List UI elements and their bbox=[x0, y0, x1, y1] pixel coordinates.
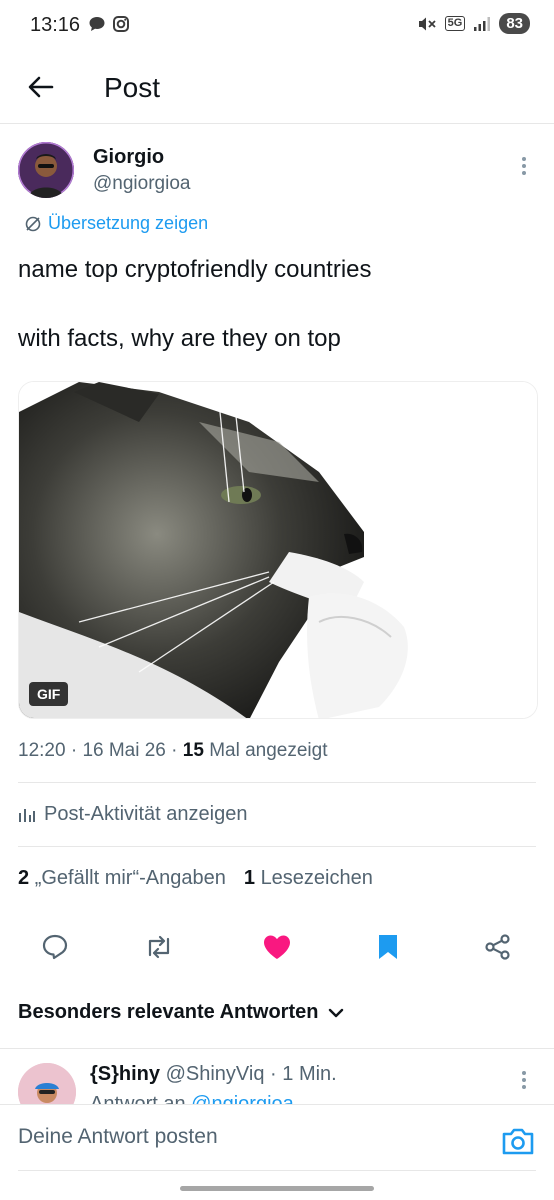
camera-button[interactable] bbox=[500, 1127, 536, 1157]
more-options-button[interactable] bbox=[514, 152, 534, 180]
likes-label: „Gefällt mir“-Angaben bbox=[34, 867, 226, 889]
cat-gif-image bbox=[19, 382, 537, 718]
post-text-line: with facts, why are they on top bbox=[18, 325, 341, 352]
mute-icon bbox=[418, 17, 436, 30]
translate-link[interactable]: Übersetzung zeigen bbox=[24, 213, 208, 234]
action-bar bbox=[0, 922, 554, 970]
system-status: 5G 83 bbox=[417, 13, 530, 34]
repost-icon bbox=[148, 935, 170, 959]
more-vertical-icon bbox=[522, 1071, 526, 1075]
bar-chart-icon bbox=[19, 808, 35, 822]
bookmark-button[interactable] bbox=[371, 930, 405, 964]
chevron-down-icon bbox=[329, 1008, 344, 1017]
home-indicator[interactable] bbox=[180, 1186, 374, 1191]
status-bar: 13:16 5G 83 bbox=[0, 0, 554, 52]
reply-button[interactable] bbox=[38, 930, 72, 964]
composer-underline bbox=[18, 1170, 536, 1171]
sort-label: Besonders relevante Antworten bbox=[18, 1001, 319, 1023]
author-avatar[interactable] bbox=[18, 142, 74, 198]
reply-input[interactable] bbox=[18, 1117, 478, 1157]
reply-author-name[interactable]: {S}hiny bbox=[90, 1063, 160, 1085]
share-button[interactable] bbox=[481, 930, 515, 964]
top-header: Post bbox=[0, 52, 554, 124]
divider bbox=[18, 782, 536, 783]
network-5g-icon: 5G bbox=[444, 16, 466, 31]
reply-header: {S}hiny @ShinyViq · 1 Min. bbox=[90, 1063, 337, 1085]
reply-more-options-button[interactable] bbox=[514, 1066, 534, 1094]
back-button[interactable] bbox=[22, 68, 60, 106]
bookmarks-count: 1 bbox=[243, 867, 255, 889]
heart-icon bbox=[264, 935, 290, 959]
likes-count: 2 bbox=[18, 867, 30, 889]
translate-label: Übersetzung zeigen bbox=[48, 213, 209, 233]
bookmark-icon bbox=[379, 935, 397, 959]
avatar-image bbox=[18, 142, 74, 198]
chat-notification-icon bbox=[89, 17, 105, 31]
author-handle[interactable]: @ngiorgioa bbox=[93, 173, 190, 195]
post-text-line: name top cryptofriendly countries bbox=[18, 256, 372, 283]
reply-author-handle[interactable]: @ShinyViq bbox=[166, 1063, 265, 1085]
gif-badge: GIF bbox=[29, 682, 69, 706]
views-count: 15 bbox=[182, 740, 204, 761]
instagram-icon bbox=[113, 16, 129, 32]
reply-icon bbox=[42, 934, 68, 960]
post-meta: 12:20 · 16 Mai 26 · 15 Mal angezeigt bbox=[18, 740, 328, 761]
bookmarks-label: Lesezeichen bbox=[260, 867, 373, 889]
gif-media[interactable]: GIF bbox=[18, 381, 538, 719]
more-vertical-icon bbox=[522, 157, 526, 161]
views-label: Mal angezeigt bbox=[209, 740, 328, 761]
page-title: Post bbox=[104, 72, 161, 103]
signal-icon bbox=[474, 16, 491, 31]
divider bbox=[18, 846, 536, 847]
post-activity-link[interactable]: Post-Aktivität anzeigen bbox=[18, 803, 247, 826]
engagement-stats: 2 „Gefällt mir“-Angaben 1 Lesezeichen bbox=[18, 867, 373, 890]
arrow-left-icon bbox=[28, 76, 54, 98]
divider bbox=[0, 1048, 554, 1049]
activity-label: Post-Aktivität anzeigen bbox=[44, 803, 248, 825]
post-time[interactable]: 12:20 bbox=[18, 740, 66, 761]
share-icon bbox=[485, 934, 510, 960]
likes-stat[interactable]: 2 „Gefällt mir“-Angaben bbox=[18, 867, 226, 890]
repost-button[interactable] bbox=[142, 930, 176, 964]
bookmarks-stat[interactable]: 1 Lesezeichen bbox=[244, 867, 373, 890]
reply-time: 1 Min. bbox=[282, 1063, 337, 1085]
battery-indicator: 83 bbox=[499, 13, 530, 34]
author-name[interactable]: Giorgio bbox=[93, 146, 164, 169]
like-button[interactable] bbox=[260, 930, 294, 964]
notification-icons bbox=[88, 15, 130, 33]
post-date[interactable]: 16 Mai 26 bbox=[82, 740, 165, 761]
reply-composer bbox=[0, 1104, 554, 1174]
reply-sort-dropdown[interactable]: Besonders relevante Antworten bbox=[18, 1001, 344, 1024]
camera-icon bbox=[502, 1128, 534, 1155]
translate-icon bbox=[25, 216, 41, 231]
status-time: 13:16 bbox=[30, 14, 81, 36]
